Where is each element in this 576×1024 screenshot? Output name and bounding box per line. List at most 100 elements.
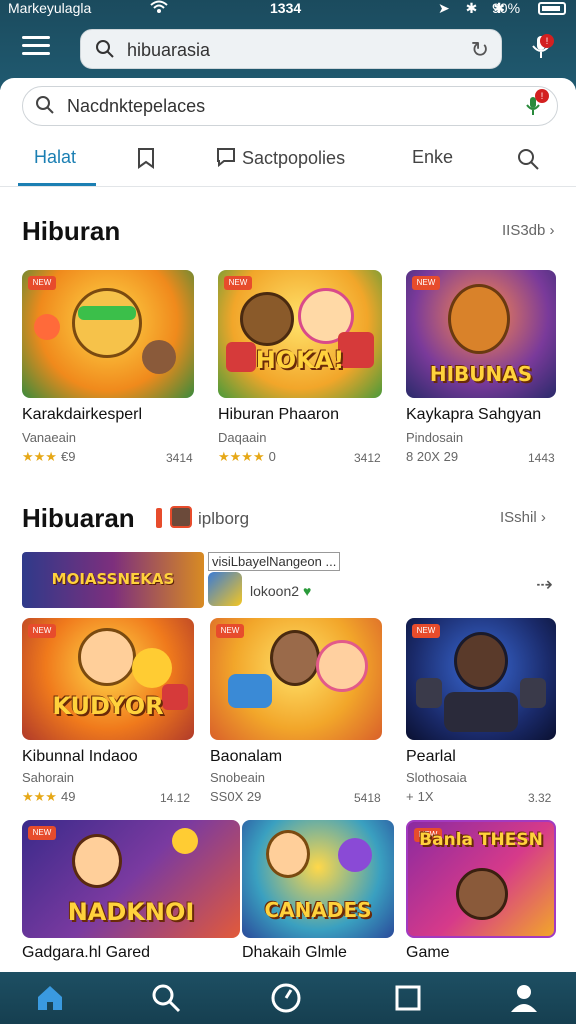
app-banner-text: HOKA! <box>255 346 345 374</box>
top-search-query: hibuarasia <box>127 40 211 60</box>
status-bar: Markeyulagla 1334 ➤ ✱ ✱ 90% <box>0 0 576 18</box>
promo-app-icon[interactable] <box>208 572 242 606</box>
app-card[interactable]: NEW HOKA! Hiburan Phaaron Daqaain ★★★★ 0 … <box>218 270 382 470</box>
app-size: 5418 <box>354 791 381 805</box>
app-banner-text: Banla THESN <box>419 830 543 850</box>
app-card[interactable]: NEW Karakdairkesperl Vanaeain ★★★ €9 3414 <box>22 270 194 470</box>
app-icon <box>170 506 192 528</box>
app-title: Gadgara.hl Gared <box>22 944 151 961</box>
search-icon <box>35 95 55 121</box>
tab-enke[interactable]: Enke <box>412 147 453 168</box>
app-card[interactable]: NEW Baonalam Snobeain SS0X 29 5418 <box>210 618 382 808</box>
app-thumbnail: NEW KUDYOR <box>22 618 194 740</box>
category-tabs: Halat Sactpopolies Enke <box>0 135 576 187</box>
app-subtitle: Daqaain <box>218 430 267 445</box>
tab-search[interactable] <box>516 147 540 176</box>
app-size: 14.12 <box>160 791 191 805</box>
badge-tag: NEW <box>28 826 56 840</box>
square-icon[interactable] <box>392 982 432 1016</box>
app-title: Kibunnal Indaoo <box>22 748 138 765</box>
rating-value: 8 20X 29 <box>406 449 459 464</box>
promo-label: visiLbayelNangeon ... <box>208 552 341 571</box>
tab-bookmark[interactable] <box>136 147 156 174</box>
rating-value: 49 <box>60 789 76 804</box>
badge-tag: NEW <box>224 276 252 290</box>
app-size: 3.32 <box>528 791 552 805</box>
character-illustration <box>34 314 60 340</box>
tab-sactpopolies[interactable]: Sactpopolies <box>216 147 345 169</box>
wifi-icon <box>150 0 168 18</box>
section-more-link[interactable]: IIS3db › <box>502 222 555 239</box>
character-illustration <box>78 628 136 686</box>
chat-icon <box>217 148 235 168</box>
app-card[interactable]: CANADES Dhakaih Glmle <box>242 820 394 970</box>
app-subtitle: Pindosain <box>406 430 464 445</box>
app-title: Hiburan Phaaron <box>218 406 339 423</box>
heart-icon: ♥ <box>302 583 312 599</box>
menu-line <box>22 44 50 47</box>
bottom-navigation <box>0 972 576 1024</box>
app-title: Game <box>406 944 450 961</box>
app-card[interactable]: NEW Banla THESN Game <box>406 820 556 970</box>
character-illustration <box>454 632 508 690</box>
section-more-link[interactable]: ISshil › <box>500 509 546 526</box>
home-icon[interactable] <box>34 982 74 1016</box>
rating-stars: + <box>406 789 414 804</box>
tab-halat[interactable]: Halat <box>34 147 76 168</box>
character-illustration <box>266 830 310 878</box>
app-title: Karakdairkesperl <box>22 406 143 423</box>
badge-tag: NEW <box>412 276 440 290</box>
app-title: Pearlal <box>406 748 456 765</box>
badge-tag: NEW <box>216 624 244 638</box>
app-card[interactable]: NEW KUDYOR Kibunnal Indaoo Sahorain ★★★ 4… <box>22 618 194 808</box>
rating-value: €9 <box>60 449 76 464</box>
menu-line <box>22 52 50 55</box>
app-thumbnail: CANADES <box>242 820 394 938</box>
refresh-icon[interactable]: ↻ <box>471 37 489 63</box>
battery-icon <box>538 2 566 15</box>
emoji-illustration <box>172 828 198 854</box>
app-rating: ★★★ €9 <box>22 449 75 465</box>
badge-tag: NEW <box>412 624 440 638</box>
compass-icon[interactable] <box>270 982 310 1016</box>
app-banner-text: HIBUNAS <box>429 362 533 386</box>
section-title: Hibuaran <box>22 503 135 533</box>
game-controller-illustration <box>228 674 272 708</box>
fox-illustration <box>448 284 510 354</box>
app-thumbnail: NEW <box>406 618 556 740</box>
top-bar: Markeyulagla 1334 ➤ ✱ ✱ 90% hibuarasia ↻… <box>0 0 576 90</box>
app-thumbnail: NEW HOKA! <box>218 270 382 398</box>
character-illustration <box>240 292 294 346</box>
badge-tag: NEW <box>28 624 56 638</box>
menu-button[interactable] <box>22 36 50 58</box>
profile-icon[interactable] <box>508 982 548 1016</box>
arrow-right-icon[interactable]: ⇢ <box>536 572 553 597</box>
character-illustration <box>270 630 320 686</box>
mic-icon[interactable]: ! <box>530 32 558 62</box>
app-card[interactable]: NEW NADKNOI Gadgara.hl Gared <box>22 820 240 970</box>
rating-value: 1X <box>417 789 434 804</box>
search-icon <box>518 149 539 170</box>
character-illustration <box>72 834 122 888</box>
rating-value: SS0X 29 <box>210 789 262 804</box>
app-card[interactable]: NEW HIBUNAS Kaykapra Sahgyan Pindosain 8… <box>406 270 556 470</box>
app-subtitle: Sahorain <box>22 770 75 785</box>
rating-stars: ★★★ <box>22 449 57 464</box>
app-rating: ★★★★ 0 <box>218 449 276 465</box>
character-illustration <box>142 340 176 374</box>
app-card[interactable]: NEW Pearlal Slothosaia +1X 3.32 <box>406 618 556 808</box>
active-tab-indicator <box>18 183 96 186</box>
search-icon[interactable] <box>150 982 190 1016</box>
app-title: Baonalam <box>210 748 283 765</box>
top-search-bar[interactable]: hibuarasia ↻ <box>80 29 502 69</box>
promo-banner[interactable]: MOIASSNEKAS <box>22 552 204 608</box>
app-banner-text: CANADES <box>264 898 372 922</box>
body-illustration <box>444 692 518 732</box>
search-input[interactable]: Nacdnktepelaces ! <box>22 86 558 126</box>
more-label: IIS3db <box>502 222 546 239</box>
dumbbell-illustration <box>520 678 546 708</box>
search-placeholder: Nacdnktepelaces <box>67 96 206 116</box>
app-rating: SS0X 29 <box>210 789 261 804</box>
promo-app-name: lokoon2 ♥ <box>250 583 311 599</box>
dumbbell-illustration <box>416 678 442 708</box>
